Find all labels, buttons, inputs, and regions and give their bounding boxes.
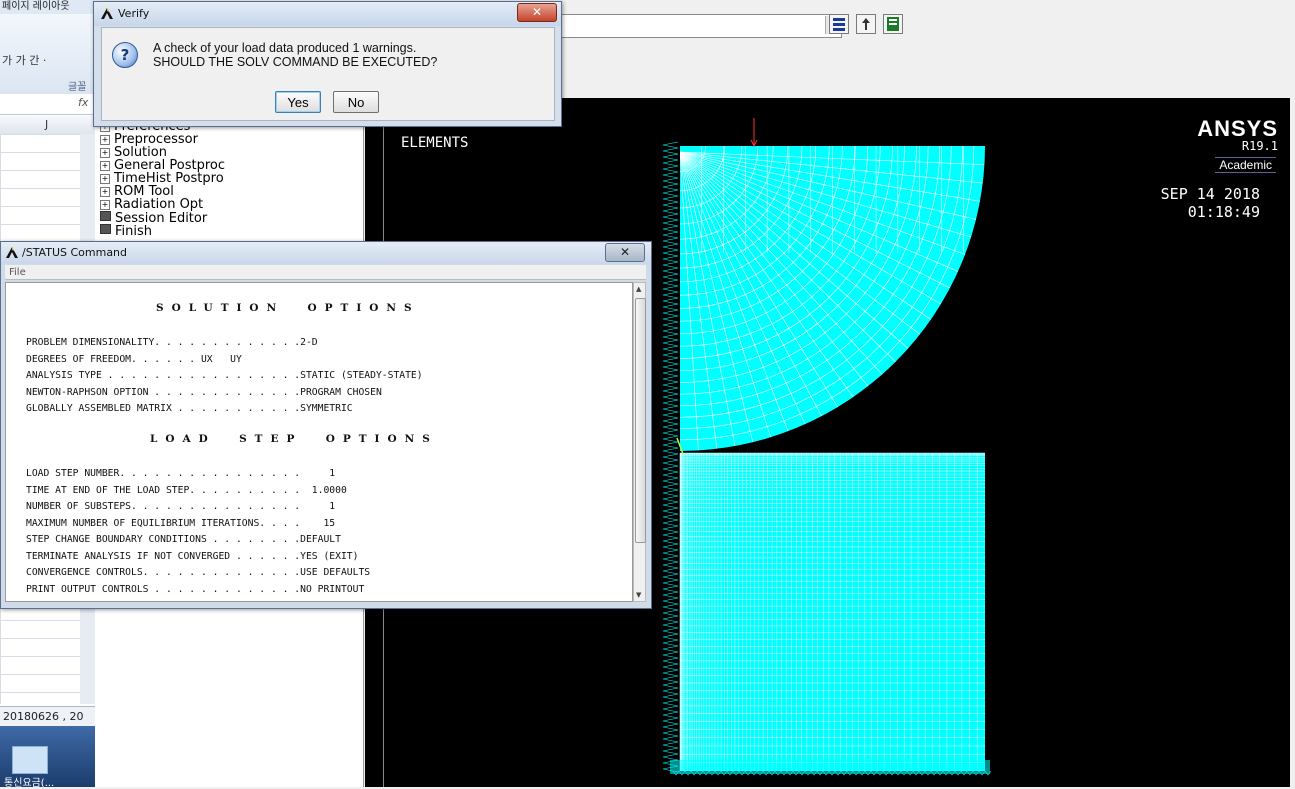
document-icon xyxy=(100,224,111,234)
tree-item-session-editor[interactable]: Session Editor xyxy=(100,211,207,225)
expand-icon: + xyxy=(100,187,110,197)
tree-item-label: Finish xyxy=(115,224,153,239)
excel-sheet-tab[interactable]: 20180626 , 20 xyxy=(0,706,95,726)
excel-format-buttons[interactable]: 가 가 간 · xyxy=(2,52,46,68)
scroll-up-icon[interactable]: ▲ xyxy=(636,285,641,293)
status-title-bar[interactable]: /STATUS Command ✕ xyxy=(1,242,651,264)
status-line: CONVERGENCE CONTROLS. . . . . . . . . . … xyxy=(26,567,371,578)
excel-ribbon-tab[interactable]: 페이지 레이아웃 xyxy=(0,0,95,14)
expand-icon: + xyxy=(100,148,110,158)
tree-item-label: Radiation Opt xyxy=(114,197,204,212)
fx-icon: fx xyxy=(78,96,89,109)
toolbar-panel-button[interactable] xyxy=(883,14,903,34)
status-output-text[interactable]: SOLUTION OPTIONS PROBLEM DIMENSIONALITY.… xyxy=(5,282,633,602)
expand-icon: + xyxy=(100,200,110,210)
excel-group-label: 글꼴 xyxy=(68,82,87,93)
status-line: DATABASE OUTPUT CONTROLS. . . . . . . . … xyxy=(26,600,393,601)
load-step-options-header: LOAD STEP OPTIONS xyxy=(150,433,438,445)
arrow-up-icon xyxy=(862,18,870,30)
vertical-scrollbar[interactable]: ▲ ▼ xyxy=(633,282,646,602)
status-command-window: /STATUS Command ✕ File SOLUTION OPTIONS … xyxy=(0,241,652,609)
status-menu-bar: File xyxy=(5,265,646,280)
status-window-title: /STATUS Command xyxy=(22,246,128,259)
status-line: NEWTON-RAPHSON OPTION . . . . . . . . . … xyxy=(26,386,382,398)
status-line: TIME AT END OF THE LOAD STEP. . . . . . … xyxy=(26,484,347,496)
close-button[interactable]: ✕ xyxy=(605,243,645,262)
verify-body: ? A check of your load data produced 1 w… xyxy=(101,27,555,121)
stack-icon xyxy=(833,18,845,31)
bottom-constraint-band xyxy=(670,760,990,774)
taskbar: 통신요금(... xyxy=(0,726,95,789)
status-line: TERMINATE ANALYSIS IF NOT CONVERGED . . … xyxy=(26,550,359,562)
tree-item-finish[interactable]: Finish xyxy=(100,224,153,239)
scroll-down-icon[interactable]: ▼ xyxy=(636,591,641,599)
scroll-thumb[interactable] xyxy=(635,298,646,543)
status-line: PROBLEM DIMENSIONALITY. . . . . . . . . … xyxy=(26,337,318,348)
solution-options-header: SOLUTION OPTIONS xyxy=(156,302,420,314)
no-button[interactable]: No xyxy=(333,91,379,113)
yes-button[interactable]: Yes xyxy=(275,91,321,113)
expand-icon: + xyxy=(100,161,110,171)
ansys-app-icon xyxy=(6,247,18,258)
close-button[interactable]: ✕ xyxy=(517,3,557,22)
document-icon xyxy=(100,211,111,221)
verify-dialog: Verify ✕ ? A check of your load data pro… xyxy=(93,1,562,127)
menu-file[interactable]: File xyxy=(9,267,26,278)
verify-message-line2: SHOULD THE SOLV COMMAND BE EXECUTED? xyxy=(153,55,438,69)
toolbar-stack-button[interactable] xyxy=(829,14,849,34)
command-input-dropdown[interactable]: ▾ xyxy=(560,14,842,38)
shortcut-icon[interactable] xyxy=(12,746,48,774)
excel-formula-bar[interactable]: fx xyxy=(0,94,95,115)
status-line: GLOBALLY ASSEMBLED MATRIX . . . . . . . … xyxy=(26,403,353,414)
status-line: MAXIMUM NUMBER OF EQUILIBRIUM ITERATIONS… xyxy=(26,517,336,529)
status-line: NUMBER OF SUBSTEPS. . . . . . . . . . . … xyxy=(26,501,336,512)
lower-body-region xyxy=(680,453,985,771)
status-line: ANALYSIS TYPE . . . . . . . . . . . . . … xyxy=(26,370,423,381)
status-line: PRINT OUTPUT CONTROLS . . . . . . . . . … xyxy=(26,583,365,595)
status-line: DEGREES OF FREEDOM. . . . . . UX UY xyxy=(26,353,242,365)
verify-message-line1: A check of your load data produced 1 war… xyxy=(153,41,417,55)
toolbar-arrow-button[interactable] xyxy=(856,14,876,34)
question-icon: ? xyxy=(112,42,138,68)
status-line: STEP CHANGE BOUNDARY CONDITIONS . . . . … xyxy=(26,534,341,545)
panel-icon xyxy=(887,17,899,31)
column-j-label: J xyxy=(45,118,49,131)
status-line: LOAD STEP NUMBER. . . . . . . . . . . . … xyxy=(26,468,336,479)
expand-icon: + xyxy=(100,135,110,145)
verify-title: Verify xyxy=(118,7,150,20)
expand-icon: + xyxy=(100,174,110,184)
ansys-app-icon xyxy=(101,8,113,19)
excel-column-header[interactable]: J xyxy=(0,116,95,135)
verify-title-bar[interactable]: Verify ✕ xyxy=(94,2,561,26)
tree-item-radiation-opt[interactable]: + Radiation Opt xyxy=(100,198,203,211)
